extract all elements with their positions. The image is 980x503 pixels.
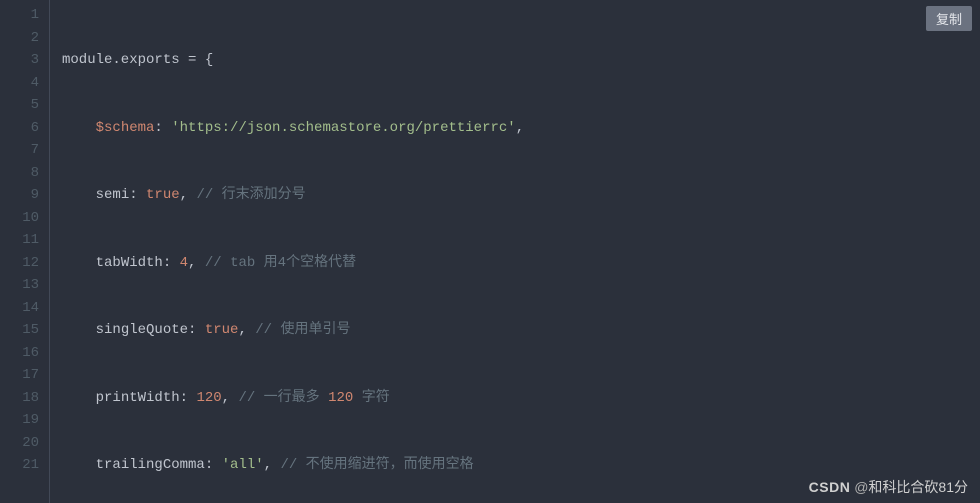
code-punct: : (180, 390, 197, 406)
code-content[interactable]: module.exports = { $schema: 'https://jso… (50, 0, 980, 503)
code-bool: true (205, 322, 239, 338)
code-punct: , (188, 255, 205, 271)
line-number: 18 (0, 387, 49, 410)
line-number: 8 (0, 162, 49, 185)
code-punct: : (188, 322, 205, 338)
line-number: 10 (0, 207, 49, 230)
code-number: 4 (180, 255, 188, 271)
code-string: 'https://json.schemastore.org/prettierrc… (171, 120, 515, 136)
code-bool: true (146, 187, 180, 203)
code-number: 120 (196, 390, 221, 406)
code-punct: , (516, 120, 524, 136)
code-editor: 123456789101112131415161718192021 module… (0, 0, 980, 503)
code-line: tabWidth: 4, // tab 用4个空格代替 (62, 252, 980, 275)
line-number: 17 (0, 364, 49, 387)
code-line: $schema: 'https://json.schemastore.org/p… (62, 117, 980, 140)
code-line: singleQuote: true, // 使用单引号 (62, 319, 980, 342)
code-line: trailingComma: 'all', // 不使用缩进符，而使用空格 (62, 454, 980, 477)
code-text: module.exports = { (62, 52, 213, 68)
code-punct: : (129, 187, 146, 203)
code-comment: 字符 (353, 390, 389, 406)
line-number: 4 (0, 72, 49, 95)
line-number: 12 (0, 252, 49, 275)
code-comment: // 不使用缩进符，而使用空格 (280, 457, 473, 473)
code-key: trailingComma (96, 457, 205, 473)
code-comment: // tab 用4个空格代替 (205, 255, 356, 271)
code-punct: : (205, 457, 222, 473)
line-number: 19 (0, 409, 49, 432)
code-string: 'all' (222, 457, 264, 473)
code-punct: : (163, 255, 180, 271)
line-number: 2 (0, 27, 49, 50)
code-punct: , (238, 322, 255, 338)
code-comment: // 一行最多 (238, 390, 328, 406)
code-line: semi: true, // 行末添加分号 (62, 184, 980, 207)
line-number: 16 (0, 342, 49, 365)
line-number: 1 (0, 4, 49, 27)
code-punct: : (154, 120, 171, 136)
code-key: printWidth (96, 390, 180, 406)
line-number: 20 (0, 432, 49, 455)
line-number: 15 (0, 319, 49, 342)
code-key: semi (96, 187, 130, 203)
watermark: CSDN @和科比合砍81分 (809, 477, 968, 497)
code-key: $schema (96, 120, 155, 136)
watermark-at: @ (854, 479, 868, 495)
line-number: 13 (0, 274, 49, 297)
line-number-gutter: 123456789101112131415161718192021 (0, 0, 50, 503)
line-number: 11 (0, 229, 49, 252)
code-punct: , (264, 457, 281, 473)
watermark-author: 和科比合砍81分 (868, 479, 968, 495)
line-number: 6 (0, 117, 49, 140)
line-number: 14 (0, 297, 49, 320)
code-punct: , (222, 390, 239, 406)
code-comment: // 使用单引号 (255, 322, 350, 338)
code-comment: // 行末添加分号 (196, 187, 305, 203)
line-number: 5 (0, 94, 49, 117)
code-key: singleQuote (96, 322, 188, 338)
code-line: module.exports = { (62, 49, 980, 72)
line-number: 3 (0, 49, 49, 72)
line-number: 21 (0, 454, 49, 477)
watermark-brand: CSDN (809, 479, 851, 495)
code-punct: , (180, 187, 197, 203)
line-number: 7 (0, 139, 49, 162)
line-number: 9 (0, 184, 49, 207)
code-number: 120 (328, 390, 353, 406)
copy-button[interactable]: 复制 (926, 6, 972, 31)
code-key: tabWidth (96, 255, 163, 271)
code-line: printWidth: 120, // 一行最多 120 字符 (62, 387, 980, 410)
